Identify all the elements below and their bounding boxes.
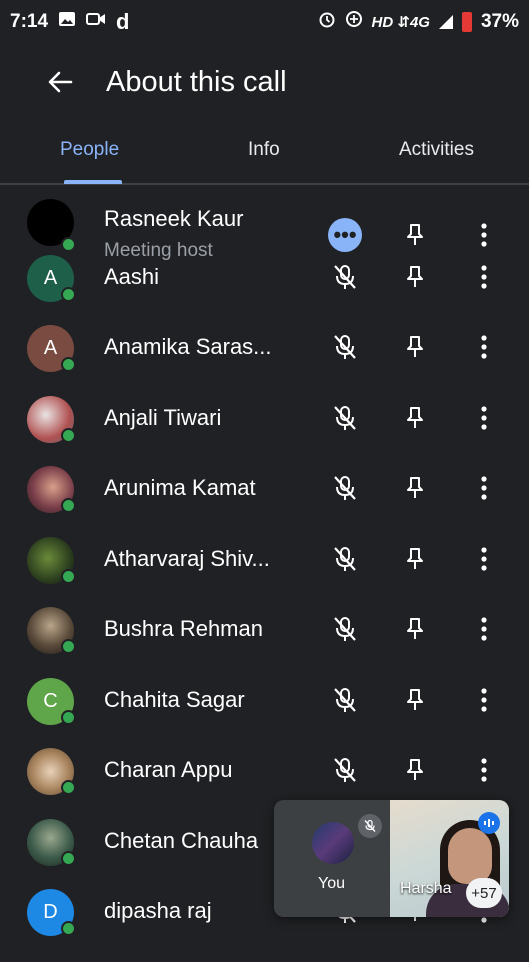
- kebab-menu-icon[interactable]: [466, 217, 502, 253]
- avatar-letter: A: [43, 337, 58, 359]
- tab-people[interactable]: People: [60, 139, 119, 161]
- tab-activities[interactable]: Activities: [399, 139, 474, 161]
- mic-off-icon: [327, 682, 363, 718]
- online-indicator: [61, 780, 76, 795]
- pin-icon[interactable]: [397, 541, 433, 577]
- participant-name: Anjali Tiwari: [104, 404, 222, 430]
- avatar-letter: C: [43, 689, 58, 712]
- video-call-icon: [86, 11, 106, 33]
- image-icon: [58, 11, 76, 33]
- participant-name: Bushra Rehman: [104, 616, 263, 641]
- online-indicator: [61, 709, 76, 725]
- mic-off-icon: [327, 400, 363, 436]
- speaker-face: [448, 828, 492, 884]
- pin-icon[interactable]: [397, 400, 433, 436]
- overflow-count-badge[interactable]: +57: [466, 878, 502, 908]
- kebab-menu-icon[interactable]: [466, 682, 502, 718]
- tab-info[interactable]: Info: [248, 139, 280, 161]
- more-horiz-icon: •••: [328, 218, 362, 252]
- active-tab-indicator: [64, 180, 122, 184]
- participant-name: Arunima Kamat: [104, 475, 256, 500]
- participant-name: Chahita Sagar: [104, 686, 245, 712]
- online-indicator: [61, 921, 76, 936]
- online-indicator: [61, 568, 76, 584]
- participant-name: Aashi: [104, 263, 160, 289]
- avatar-letter: D: [43, 901, 58, 923]
- status-bar: 7:14 d HD ⇵4G 37%: [0, 0, 529, 44]
- status-time: 7:14: [10, 11, 49, 32]
- speaker-name: Harsha: [400, 880, 452, 897]
- mic-off-icon: [327, 752, 363, 788]
- participant-row[interactable]: A Aashi: [0, 254, 529, 328]
- speaking-indicator-icon: [478, 812, 500, 834]
- kebab-menu-icon[interactable]: [466, 541, 502, 577]
- mic-off-icon: [327, 329, 363, 365]
- pin-icon[interactable]: [397, 329, 433, 365]
- participant-name: Atharvaraj Shiv...: [104, 545, 270, 571]
- avatar-letter: A: [43, 266, 58, 289]
- participant-row[interactable]: Arunima Kamat: [0, 466, 529, 539]
- self-tile[interactable]: You: [274, 800, 390, 917]
- pin-icon[interactable]: [397, 752, 433, 788]
- pin-icon[interactable]: [397, 682, 433, 718]
- self-label: You: [318, 875, 345, 892]
- mic-off-icon: [327, 259, 363, 295]
- participant-name: Charan Appu: [104, 757, 233, 782]
- kebab-menu-icon[interactable]: [466, 611, 502, 647]
- signal-icon: [438, 15, 453, 29]
- kebab-menu-icon[interactable]: [466, 470, 502, 506]
- back-arrow-icon[interactable]: [36, 58, 84, 106]
- alarm-icon: [318, 10, 336, 34]
- online-indicator: [61, 357, 76, 372]
- participant-name: Anamika Saras...: [104, 334, 272, 359]
- data-saver-icon: [345, 10, 363, 34]
- online-indicator: [61, 286, 76, 302]
- tab-bar: People Info Activities: [0, 125, 529, 185]
- kebab-menu-icon[interactable]: [466, 259, 502, 295]
- network-indicator: HD ⇵4G: [371, 14, 430, 31]
- floating-video-tiles[interactable]: You Harsha +57: [274, 800, 509, 917]
- online-indicator: [61, 639, 76, 654]
- mic-off-icon: [327, 611, 363, 647]
- mic-off-icon: [327, 541, 363, 577]
- participant-row[interactable]: Bushra Rehman: [0, 607, 529, 680]
- mic-off-icon: [327, 470, 363, 506]
- online-indicator: [61, 427, 76, 443]
- d-app-icon: d: [116, 9, 130, 34]
- participant-row[interactable]: A Anamika Saras...: [0, 325, 529, 398]
- online-indicator: [61, 498, 76, 513]
- kebab-menu-icon[interactable]: [466, 329, 502, 365]
- pin-icon[interactable]: [397, 470, 433, 506]
- self-avatar: [312, 822, 354, 864]
- kebab-menu-icon[interactable]: [466, 400, 502, 436]
- online-indicator: [61, 850, 76, 866]
- participant-row[interactable]: Anjali Tiwari: [0, 395, 529, 469]
- participant-row[interactable]: C Chahita Sagar: [0, 677, 529, 751]
- participant-name: Chetan Chauha: [104, 827, 259, 853]
- participant-name: Rasneek Kaur: [104, 206, 244, 231]
- participant-row[interactable]: Rasneek Kaur Meeting host •••: [0, 186, 529, 261]
- battery-percent: 37%: [480, 11, 519, 32]
- pin-icon[interactable]: [397, 217, 433, 253]
- app-bar: About this call: [0, 44, 529, 120]
- pin-icon[interactable]: [397, 259, 433, 295]
- page-title: About this call: [106, 65, 287, 98]
- mic-off-icon: [358, 814, 382, 838]
- kebab-menu-icon[interactable]: [466, 752, 502, 788]
- participant-row[interactable]: Atharvaraj Shiv...: [0, 536, 529, 610]
- more-options-button[interactable]: •••: [327, 217, 363, 253]
- pin-icon[interactable]: [397, 611, 433, 647]
- online-indicator: [61, 237, 76, 252]
- participant-name: dipasha raj: [104, 898, 212, 923]
- battery-icon: [461, 12, 472, 32]
